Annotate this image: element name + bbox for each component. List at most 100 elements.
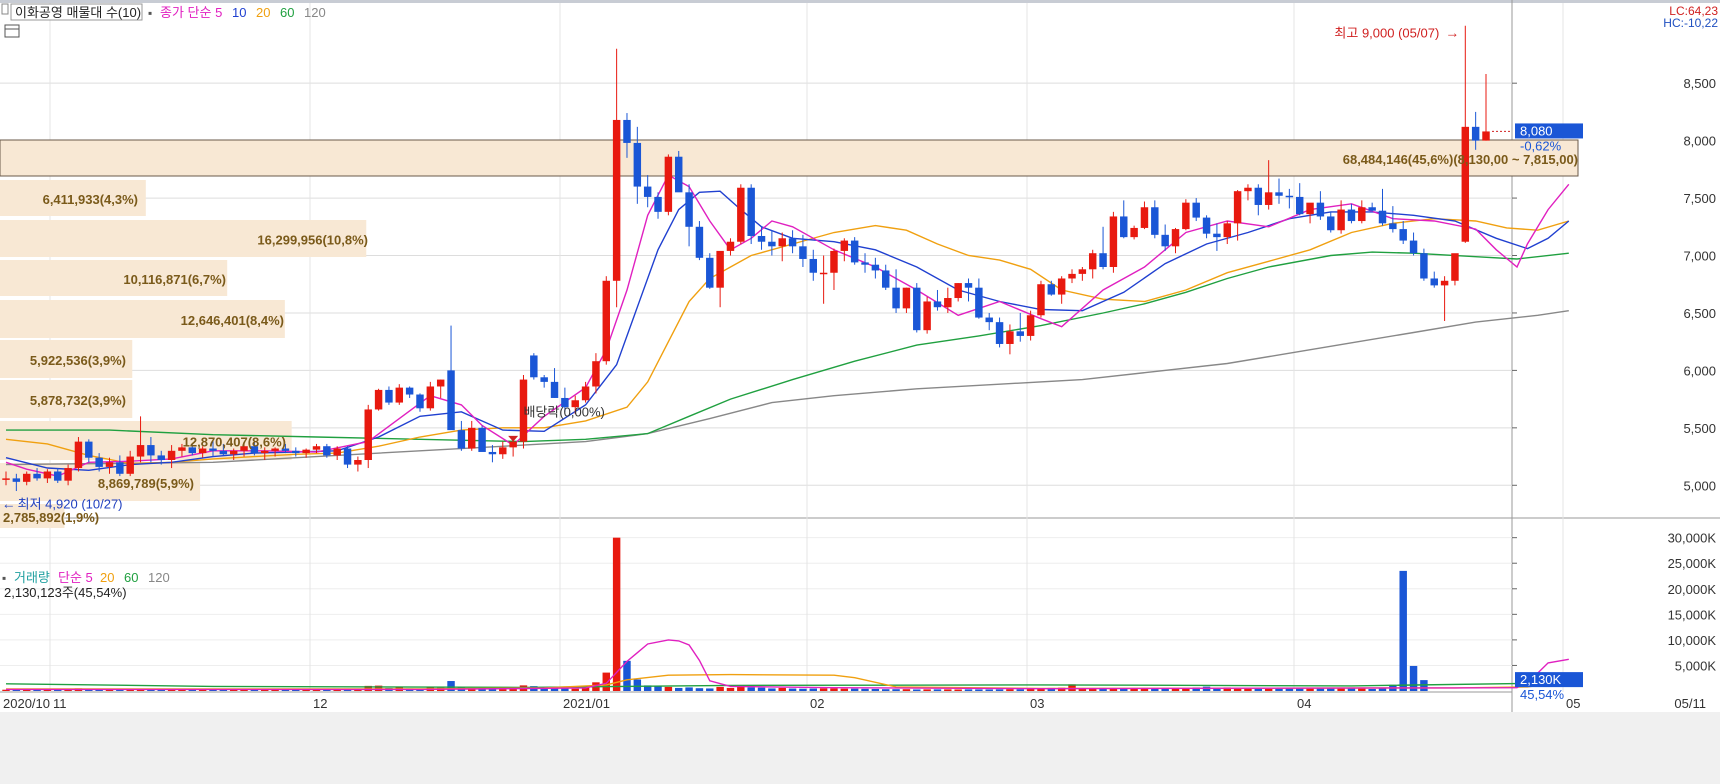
candle-body[interactable] [302, 449, 310, 454]
candle-body[interactable] [229, 450, 238, 455]
volume-bar[interactable] [933, 689, 942, 691]
candle-body[interactable] [861, 262, 869, 265]
candle-body[interactable] [22, 473, 31, 482]
candle-body[interactable] [95, 457, 103, 467]
candle-body[interactable] [540, 377, 548, 382]
candle-body[interactable] [737, 187, 745, 242]
candle-body[interactable] [850, 240, 859, 263]
candle-body[interactable] [1430, 278, 1438, 286]
candle-body[interactable] [405, 387, 414, 395]
volume-bar[interactable] [871, 688, 880, 691]
volume-bar[interactable] [799, 688, 807, 691]
candle-body[interactable] [1037, 284, 1045, 316]
candle-body[interactable] [374, 389, 383, 410]
volume-bar[interactable] [695, 688, 704, 691]
volume-bar[interactable] [612, 537, 621, 691]
volume-bar[interactable] [654, 686, 662, 691]
candle-body[interactable] [488, 451, 497, 455]
candle-body[interactable] [1347, 209, 1356, 222]
volume-bar[interactable] [675, 687, 683, 691]
volume-bar[interactable] [902, 689, 911, 691]
candle-body[interactable] [1285, 195, 1294, 198]
candle-body[interactable] [64, 468, 72, 481]
candle-body[interactable] [1088, 253, 1097, 270]
candle-body[interactable] [799, 246, 807, 259]
volume-bar[interactable] [1161, 688, 1169, 691]
candle-body[interactable] [1109, 216, 1118, 267]
candle-body[interactable] [12, 478, 21, 482]
candle-body[interactable] [105, 462, 114, 467]
candle-body[interactable] [809, 258, 817, 273]
volume-bar[interactable] [778, 687, 786, 691]
candle-body[interactable] [436, 379, 445, 387]
candle-body[interactable] [819, 272, 828, 275]
volume-bar[interactable] [1016, 689, 1024, 691]
legend-expand-icon[interactable] [1, 3, 9, 15]
candle-body[interactable] [1409, 240, 1418, 254]
volume-bar[interactable] [913, 689, 921, 691]
candle-body[interactable] [581, 386, 590, 401]
candle-body[interactable] [1420, 253, 1428, 279]
volume-bar[interactable] [788, 688, 797, 691]
candle-body[interactable] [944, 298, 952, 308]
candle-body[interactable] [1316, 202, 1325, 217]
candle-body[interactable] [1389, 223, 1397, 230]
candle-body[interactable] [1306, 202, 1314, 215]
candle-body[interactable] [385, 389, 393, 403]
volume-bar[interactable] [509, 689, 517, 691]
candle-body[interactable] [964, 283, 973, 288]
candle-body[interactable] [1471, 126, 1480, 141]
candle-body[interactable] [612, 119, 621, 281]
candle-body[interactable] [43, 471, 52, 479]
candle-body[interactable] [685, 192, 693, 227]
candle-body[interactable] [695, 226, 704, 258]
volume-bar[interactable] [944, 689, 952, 691]
candle-body[interactable] [116, 462, 124, 474]
volume-bar[interactable] [964, 689, 973, 691]
volume-bar[interactable] [1316, 688, 1325, 691]
candle-body[interactable] [923, 301, 931, 331]
candle-body[interactable] [675, 156, 683, 193]
candle-body[interactable] [768, 241, 776, 247]
price-volume-chart[interactable]: 5,000 5,500 6,000 6,500 7,000 7,500 8,000 8,500… [0, 0, 1720, 784]
candle-body[interactable] [592, 361, 600, 387]
candle-body[interactable] [1223, 223, 1231, 238]
candle-body[interactable] [1047, 284, 1056, 295]
volume-bar[interactable] [975, 689, 983, 691]
candle-body[interactable] [457, 430, 466, 449]
volume-bar[interactable] [726, 687, 735, 691]
candle-body[interactable] [85, 441, 93, 458]
candle-body[interactable] [747, 187, 755, 236]
candle-body[interactable] [312, 446, 321, 450]
volume-bar[interactable] [499, 689, 507, 691]
volume-bar[interactable] [602, 672, 611, 691]
volume-bar[interactable] [664, 686, 673, 691]
volume-bar[interactable] [685, 687, 693, 691]
candle-body[interactable] [478, 427, 486, 452]
volume-bar[interactable] [757, 687, 766, 691]
volume-bar[interactable] [861, 688, 869, 691]
candle-body[interactable] [261, 450, 269, 454]
candle-body[interactable] [664, 156, 673, 212]
candle-body[interactable] [788, 238, 797, 247]
volume-bar[interactable] [1264, 688, 1273, 691]
candle-body[interactable] [530, 355, 538, 378]
candle-body[interactable] [74, 441, 83, 469]
candle-body[interactable] [985, 317, 993, 323]
candle-body[interactable] [881, 270, 890, 288]
candle-body[interactable] [954, 283, 962, 299]
candle-body[interactable] [1295, 196, 1304, 215]
volume-bar[interactable] [995, 689, 1004, 691]
candle-body[interactable] [126, 456, 134, 474]
candle-body[interactable] [840, 240, 849, 251]
candle-body[interactable] [1026, 315, 1035, 336]
candle-body[interactable] [1016, 331, 1024, 336]
volume-bar[interactable] [1358, 688, 1366, 691]
candle-body[interactable] [830, 250, 838, 273]
candle-body[interactable] [1151, 207, 1159, 235]
candle-body[interactable] [871, 264, 880, 271]
candle-body[interactable] [1451, 253, 1459, 281]
table-icon[interactable] [4, 24, 20, 38]
volume-bar[interactable] [706, 688, 714, 691]
candle-body[interactable] [1399, 229, 1407, 241]
